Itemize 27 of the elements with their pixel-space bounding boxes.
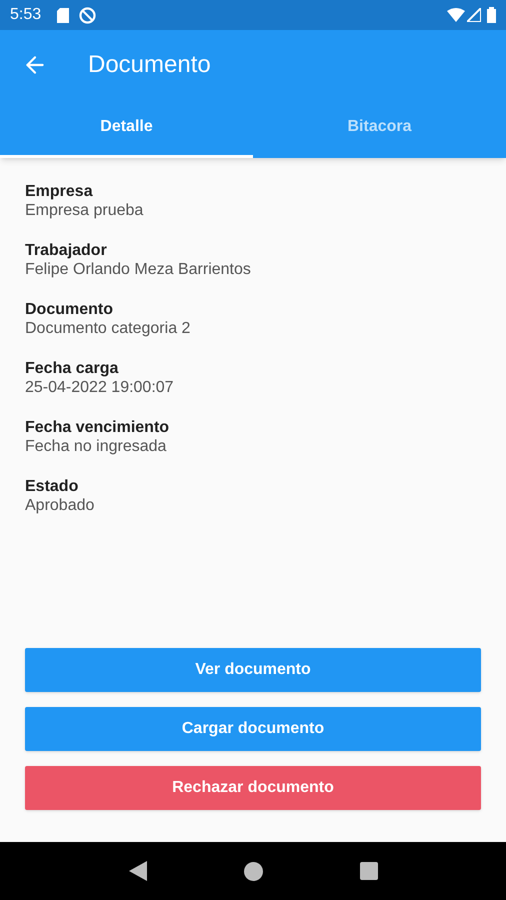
- field-label: Fecha carga: [25, 359, 120, 378]
- battery-icon: [487, 7, 496, 23]
- back-nav-icon[interactable]: [128, 861, 146, 881]
- recents-nav-icon[interactable]: [360, 862, 378, 880]
- status-time: 5:53: [10, 5, 42, 25]
- field-value: Empresa prueba: [25, 201, 144, 220]
- field-label: Fecha vencimiento: [25, 418, 170, 437]
- tab[interactable]: Bitacora: [253, 100, 506, 158]
- field-label: Documento: [25, 300, 114, 319]
- signal-icon: [467, 8, 481, 22]
- field-value: Aprobado: [25, 496, 96, 515]
- field-value: Documento categoria 2: [25, 319, 192, 338]
- blocked-icon: [79, 6, 96, 24]
- field-value: 25-04-2022 19:00:07: [25, 378, 175, 397]
- screen-title: Documento: [88, 50, 211, 80]
- action-button[interactable]: Rechazar documento: [25, 766, 481, 810]
- field-label: Estado: [25, 477, 80, 496]
- field-label: Trabajador: [25, 241, 108, 260]
- field-value: Fecha no ingresada: [25, 437, 168, 456]
- home-nav-icon[interactable]: [244, 862, 262, 880]
- field-label: Empresa: [25, 182, 94, 201]
- sd-card-icon: [57, 8, 70, 22]
- tab[interactable]: Detalle: [0, 100, 253, 158]
- field-value: Felipe Orlando Meza Barrientos: [25, 260, 252, 279]
- action-button[interactable]: Ver documento: [25, 648, 481, 692]
- action-button[interactable]: Cargar documento: [25, 707, 481, 751]
- wifi-icon: [447, 8, 465, 22]
